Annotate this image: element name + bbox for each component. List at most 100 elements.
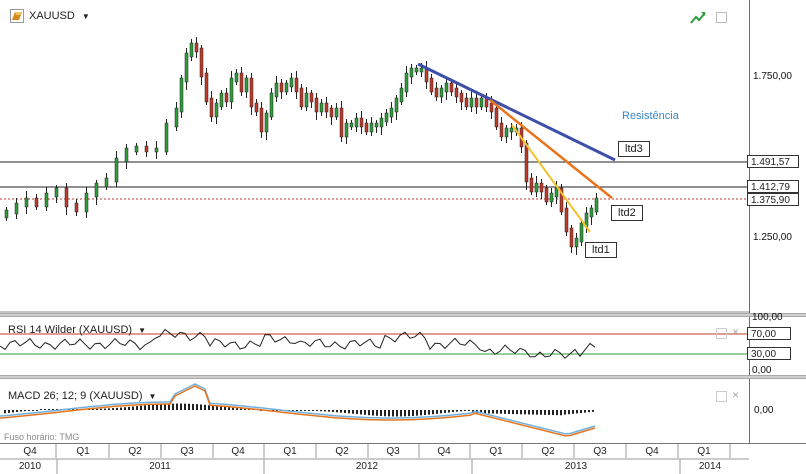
macd-histogram-bar bbox=[192, 403, 194, 410]
macd-histogram-bar bbox=[204, 404, 206, 410]
macd-histogram-bar bbox=[188, 403, 190, 410]
rsi-indicator-label[interactable]: RSI 14 Wilder (XAUUSD) ▼ bbox=[8, 324, 146, 336]
macd-histogram-bar bbox=[564, 410, 566, 415]
candle bbox=[224, 92, 229, 103]
macd-histogram-bar bbox=[576, 410, 578, 414]
macd-histogram-bar bbox=[580, 410, 582, 413]
macd-histogram-bar bbox=[584, 410, 586, 413]
macd-histogram-bar bbox=[468, 410, 470, 411]
macd-histogram-bar bbox=[296, 410, 298, 411]
candle bbox=[324, 102, 329, 113]
macd-histogram-bar bbox=[384, 410, 386, 417]
chevron-down-icon[interactable]: ▼ bbox=[148, 392, 156, 401]
macd-pane[interactable] bbox=[0, 379, 749, 443]
trend-up-icon[interactable] bbox=[690, 11, 706, 25]
macd-histogram-bar bbox=[124, 407, 126, 410]
quarter-label: Q4 bbox=[231, 446, 245, 457]
chevron-down-icon[interactable]: ▼ bbox=[82, 12, 90, 21]
rsi-level-70: 70,00 bbox=[747, 327, 791, 340]
macd-histogram-bar bbox=[444, 410, 446, 413]
candle bbox=[509, 127, 514, 133]
candle bbox=[469, 97, 474, 108]
year-label: 2011 bbox=[149, 461, 171, 472]
candle bbox=[264, 112, 269, 133]
ltd3-label[interactable]: ltd3 bbox=[618, 141, 650, 157]
macd-histogram-bar bbox=[356, 410, 358, 415]
timezone-label: Fuso horário: TMG bbox=[4, 432, 80, 442]
candle bbox=[194, 42, 199, 53]
macd-histogram-bar bbox=[540, 410, 542, 415]
macd-histogram-bar bbox=[388, 410, 390, 417]
macd-histogram-bar bbox=[432, 410, 434, 415]
restore-icon[interactable] bbox=[716, 391, 727, 402]
candle bbox=[384, 112, 389, 123]
candle bbox=[199, 47, 204, 78]
candle bbox=[144, 145, 149, 153]
macd-histogram-bar bbox=[352, 410, 354, 414]
candle bbox=[359, 117, 364, 128]
macd-histogram-bar bbox=[160, 404, 162, 410]
candle bbox=[534, 182, 539, 193]
macd-histogram-bar bbox=[496, 410, 498, 414]
candle bbox=[314, 97, 319, 113]
macd-histogram-bar bbox=[12, 410, 14, 413]
macd-histogram-bar bbox=[344, 410, 346, 413]
time-axis[interactable]: Q4 Q1 Q2 Q3 Q4 Q1 Q2 Q3 Q4 Q1 Q2 Q3 Q4 Q1 2010 2011 201… bbox=[0, 443, 806, 474]
quarter-label: Q3 bbox=[386, 446, 400, 457]
symbol-selector[interactable]: XAUUSD ▼ bbox=[10, 9, 90, 23]
macd-histogram-bar bbox=[548, 410, 550, 415]
candle bbox=[284, 82, 289, 93]
macd-histogram-bar bbox=[436, 410, 438, 414]
ltd2-label[interactable]: ltd2 bbox=[611, 205, 643, 221]
macd-indicator-label[interactable]: MACD 26; 12; 9 (XAUUSD) ▼ bbox=[8, 390, 156, 402]
candle bbox=[134, 145, 139, 153]
macd-histogram-bar bbox=[128, 406, 130, 410]
macd-histogram-bar bbox=[504, 410, 506, 414]
candle bbox=[254, 102, 259, 113]
macd-histogram-bar bbox=[316, 410, 318, 412]
candle bbox=[449, 82, 454, 93]
ltd1-label[interactable]: ltd1 bbox=[585, 242, 617, 258]
macd-histogram-bar bbox=[552, 410, 554, 416]
candle bbox=[409, 67, 414, 78]
chevron-down-icon[interactable]: ▼ bbox=[138, 326, 146, 335]
candle bbox=[259, 107, 264, 133]
macd-histogram-bar bbox=[368, 410, 370, 416]
candle bbox=[339, 107, 344, 138]
close-icon[interactable]: ✕ bbox=[731, 328, 740, 337]
macd-histogram-bar bbox=[544, 410, 546, 415]
macd-histogram-bar bbox=[404, 410, 406, 417]
macd-histogram-bar bbox=[48, 409, 50, 410]
candle bbox=[499, 122, 504, 138]
candle bbox=[104, 177, 109, 188]
macd-histogram-bar bbox=[112, 408, 114, 410]
macd-histogram-bar bbox=[20, 410, 22, 412]
macd-histogram-bar bbox=[176, 403, 178, 410]
candle bbox=[479, 97, 484, 108]
macd-histogram-bar bbox=[196, 404, 198, 410]
macd-histogram-bar bbox=[512, 410, 514, 415]
macd-histogram-bar bbox=[132, 406, 134, 410]
restore-icon[interactable] bbox=[716, 12, 727, 23]
candle bbox=[504, 127, 509, 138]
restore-icon[interactable] bbox=[716, 328, 727, 339]
candle bbox=[294, 77, 299, 93]
macd-histogram-bar bbox=[528, 410, 530, 415]
candle bbox=[274, 82, 279, 98]
quarter-label: Q3 bbox=[593, 446, 607, 457]
macd-histogram-bar bbox=[532, 410, 534, 415]
macd-histogram-bar bbox=[588, 410, 590, 413]
macd-histogram-bar bbox=[380, 410, 382, 417]
candle bbox=[229, 77, 234, 103]
macd-histogram-bar bbox=[464, 410, 466, 411]
candle bbox=[154, 147, 159, 153]
rsi-tick: 100,00 bbox=[752, 312, 783, 323]
quarter-label: Q2 bbox=[541, 446, 555, 457]
macd-histogram-bar bbox=[308, 410, 310, 411]
quarter-label: Q4 bbox=[23, 446, 37, 457]
candle bbox=[434, 87, 439, 98]
candle bbox=[539, 182, 544, 193]
close-icon[interactable]: ✕ bbox=[731, 391, 740, 400]
macd-histogram-bar bbox=[396, 410, 398, 417]
macd-histogram-bar bbox=[452, 410, 454, 413]
